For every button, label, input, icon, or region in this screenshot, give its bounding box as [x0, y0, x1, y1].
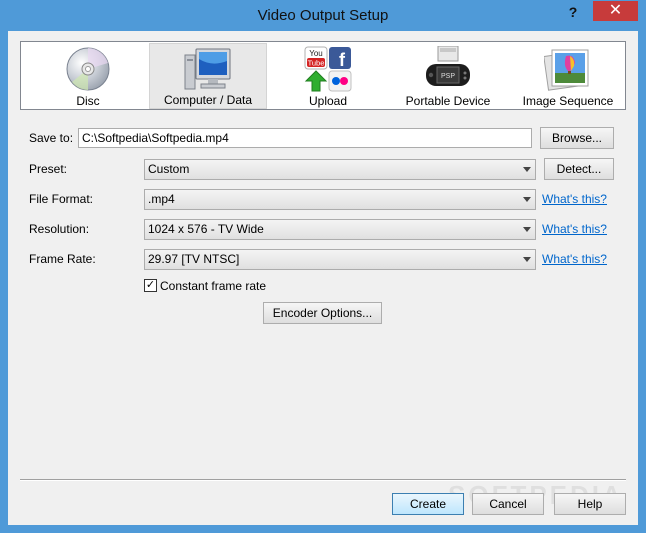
save-to-input[interactable]: C:\Softpedia\Softpedia.mp4	[78, 128, 532, 148]
upload-icon: You Tube f	[304, 46, 352, 92]
file-format-label: File Format:	[29, 192, 94, 206]
portable-device-icon: PSP	[426, 46, 470, 86]
toolbar-item-portable-device[interactable]: PSP Portable Device	[389, 43, 507, 109]
resolution-value: 1024 x 576 - TV Wide	[148, 222, 264, 236]
youtube-tube-text: Tube	[308, 59, 325, 68]
window-title: Video Output Setup	[257, 7, 389, 24]
frame-rate-select[interactable]: 29.97 [TV NTSC]	[144, 249, 536, 270]
disc-icon	[66, 47, 110, 91]
close-icon[interactable]: ✕	[593, 1, 638, 21]
detect-button[interactable]: Detect...	[544, 158, 614, 180]
chevron-down-icon	[523, 257, 531, 262]
save-to-label: Save to:	[29, 131, 74, 145]
constant-frame-rate-label[interactable]: Constant frame rate	[160, 279, 266, 293]
resolution-select[interactable]: 1024 x 576 - TV Wide	[144, 219, 536, 240]
toolbar-item-label: Disc	[76, 94, 100, 108]
file-format-help-link[interactable]: What's this?	[542, 192, 607, 206]
file-format-select[interactable]: .mp4	[144, 189, 536, 210]
preset-value: Custom	[148, 162, 190, 176]
toolbar-item-label: Image Sequence	[522, 94, 614, 108]
video-output-setup-window: Video Output Setup ? ✕ Disc Computer / D…	[0, 0, 646, 533]
chevron-down-icon	[523, 167, 531, 172]
constant-frame-rate-checkbox[interactable]: ✓	[144, 279, 157, 292]
computer-icon	[184, 48, 231, 90]
output-type-toolbar: Disc Computer / Data You Tube f Upload P…	[20, 41, 626, 110]
toolbar-item-computer-data[interactable]: Computer / Data	[149, 43, 267, 109]
image-sequence-icon	[544, 49, 589, 91]
psp-screen-text: PSP	[441, 73, 455, 80]
chevron-down-icon	[523, 227, 531, 232]
toolbar-item-image-sequence[interactable]: Image Sequence	[509, 43, 627, 109]
preset-label: Preset:	[29, 162, 68, 176]
youtube-you-text: You	[309, 49, 323, 58]
help-icon[interactable]: ?	[564, 4, 582, 20]
help-button[interactable]: Help	[554, 493, 626, 515]
frame-rate-value: 29.97 [TV NTSC]	[148, 252, 240, 266]
toolbar-item-upload[interactable]: You Tube f Upload	[269, 43, 387, 109]
resolution-label: Resolution:	[29, 222, 90, 236]
toolbar-item-label: Upload	[308, 94, 348, 108]
toolbar-item-disc[interactable]: Disc	[29, 43, 147, 109]
frame-rate-help-link[interactable]: What's this?	[542, 252, 607, 266]
file-format-value: .mp4	[148, 192, 175, 206]
title-bar[interactable]: Video Output Setup ? ✕	[0, 0, 646, 31]
dialog-client-area: Disc Computer / Data You Tube f Upload P…	[8, 31, 638, 525]
toolbar-item-label: Portable Device	[405, 94, 491, 108]
create-button[interactable]: Create	[392, 493, 464, 515]
frame-rate-label: Frame Rate:	[29, 252, 96, 266]
browse-button[interactable]: Browse...	[540, 127, 614, 149]
resolution-help-link[interactable]: What's this?	[542, 222, 607, 236]
preset-select[interactable]: Custom	[144, 159, 536, 180]
cancel-button[interactable]: Cancel	[472, 493, 544, 515]
facebook-f-text: f	[339, 50, 346, 70]
chevron-down-icon	[523, 197, 531, 202]
toolbar-item-label: Computer / Data	[163, 93, 253, 107]
encoder-options-button[interactable]: Encoder Options...	[263, 302, 382, 324]
